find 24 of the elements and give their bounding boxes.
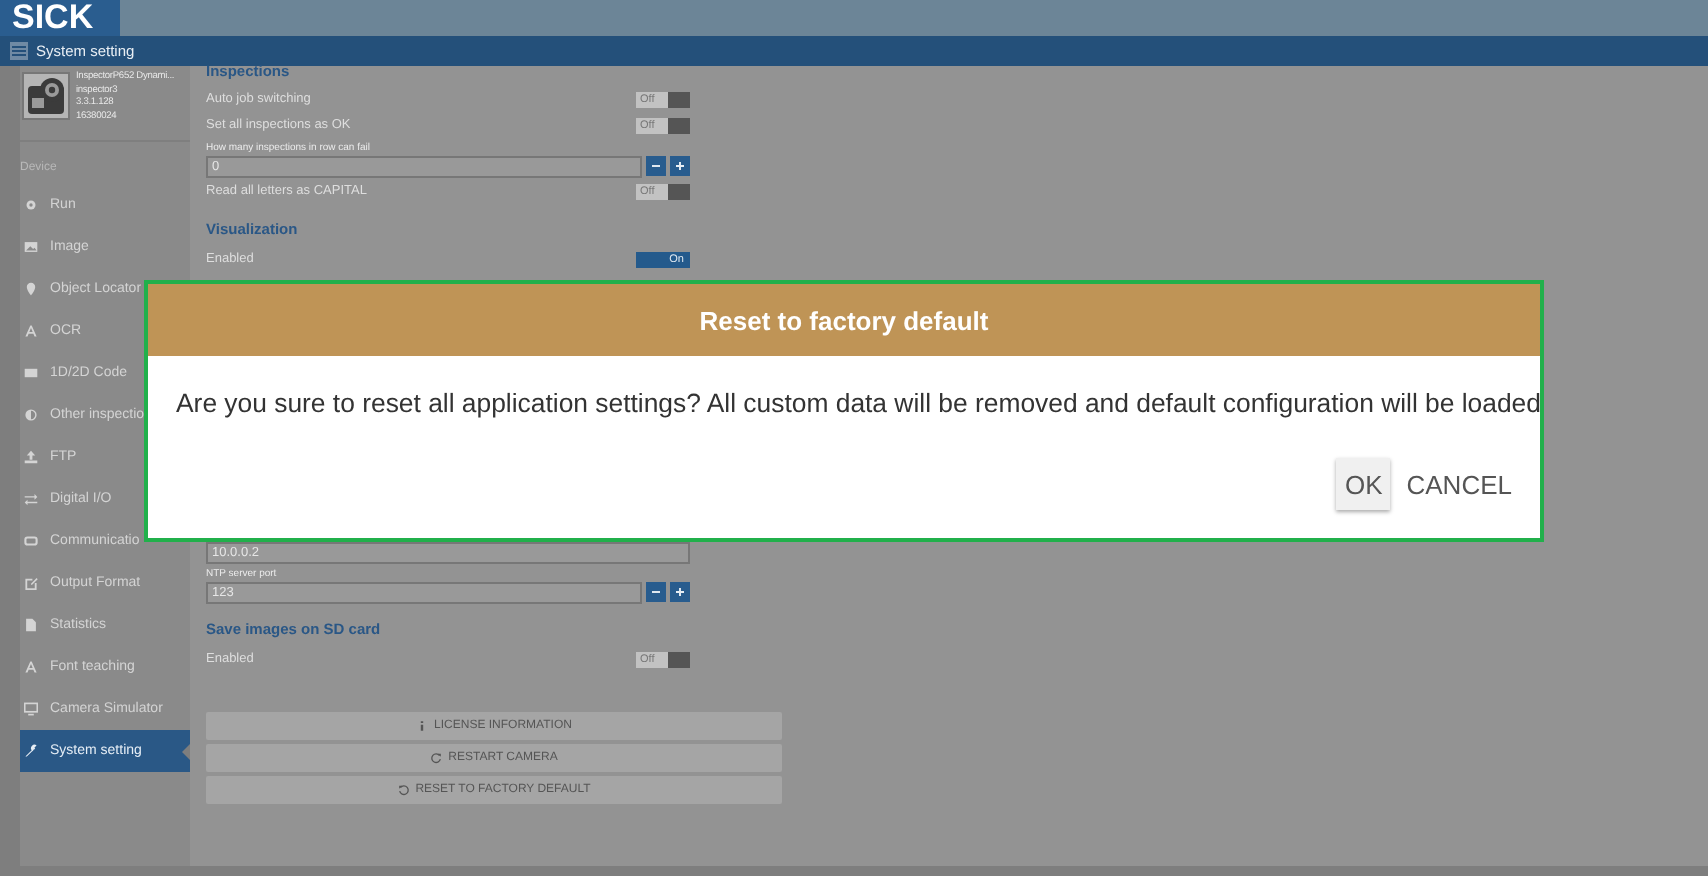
sick-logo: SICK [0, 0, 120, 36]
increment-button[interactable] [670, 582, 690, 602]
dialog-message: Are you sure to reset all application settings? All custom data will be removed and default configuration will be loaded [174, 386, 1540, 418]
plus-icon [672, 584, 688, 600]
cancel-button[interactable]: CANCEL [1398, 458, 1520, 510]
plus-icon [672, 158, 688, 174]
decrement-button[interactable] [646, 582, 666, 602]
edit-icon [24, 576, 38, 590]
letter-a-icon [24, 324, 38, 338]
monitor-icon [24, 702, 38, 716]
refresh-icon [430, 752, 443, 764]
exchange-arrows-icon [24, 492, 38, 506]
rounded-rectangle-icon [24, 534, 38, 548]
file-icon [24, 618, 38, 632]
map-pin-icon [24, 282, 38, 296]
info-icon [416, 720, 429, 732]
increment-button[interactable] [670, 156, 690, 176]
dialog-title: Reset to factory default [148, 284, 1540, 356]
letter-a-icon [24, 660, 38, 674]
ok-button[interactable]: OK [1336, 458, 1391, 510]
wrench-icon [24, 744, 38, 758]
upload-icon [24, 450, 38, 464]
decrement-button[interactable] [646, 156, 666, 176]
undo-icon [397, 784, 410, 796]
